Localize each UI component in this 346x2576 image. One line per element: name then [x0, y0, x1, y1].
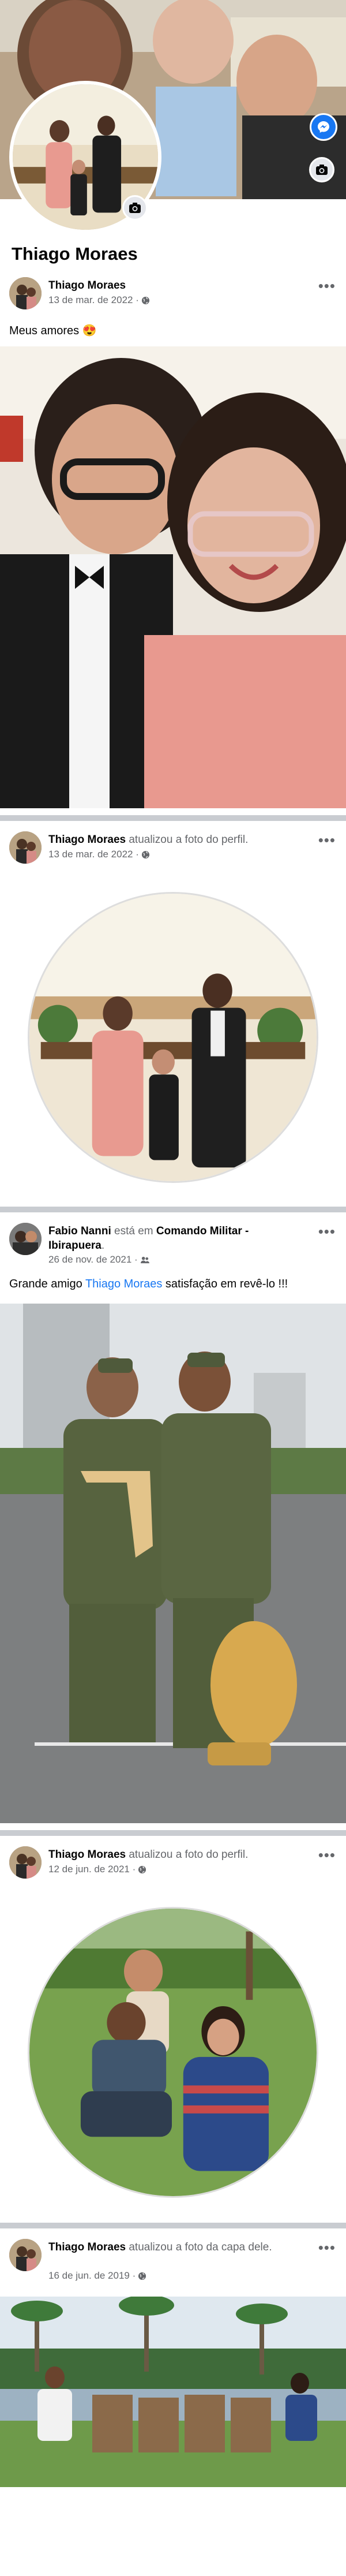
camera-icon[interactable] — [309, 157, 334, 182]
post-photo[interactable] — [0, 346, 346, 808]
post-date[interactable]: 13 de mar. de 2022 · — [48, 849, 139, 860]
mention-link[interactable]: Thiago Moraes — [85, 1278, 162, 1290]
post-author[interactable]: Thiago Moraes — [48, 834, 126, 846]
globe-icon — [138, 2272, 146, 2280]
post-header: Thiago Moraes atualizou a foto do perfil… — [0, 824, 346, 865]
post-header: Thiago Moraes atualizou a foto do perfil… — [0, 1839, 346, 1880]
post-action: está em — [111, 1225, 156, 1237]
more-icon[interactable]: ••• — [318, 1223, 336, 1241]
messenger-icon[interactable] — [310, 113, 337, 141]
post-separator — [0, 815, 346, 821]
globe-icon — [141, 850, 149, 858]
post-action: atualizou a foto da capa dele. — [126, 2241, 272, 2253]
post-date[interactable]: 26 de nov. de 2021 · — [48, 1254, 138, 1265]
globe-icon — [141, 296, 149, 304]
post-action: atualizou a foto do perfil. — [126, 834, 249, 846]
post-header: Thiago Moraes atualizou a foto da capa d… — [0, 2232, 346, 2286]
post-date[interactable]: 13 de mar. de 2022 · — [48, 294, 139, 306]
post-author[interactable]: Thiago Moraes — [48, 1849, 126, 1861]
post-author[interactable]: Thiago Moraes — [48, 279, 126, 292]
avatar[interactable] — [9, 277, 42, 309]
post-date[interactable]: 12 de jun. de 2021 · — [48, 1864, 136, 1875]
caption-text-suffix: satisfação em revê-lo !!! — [162, 1278, 288, 1290]
post-caption: Meus amores 😍 — [9, 324, 97, 337]
post-date[interactable]: 16 de jun. de 2019 · — [48, 2270, 136, 2282]
more-icon[interactable]: ••• — [318, 831, 336, 849]
profile-camera-icon[interactable] — [122, 195, 148, 221]
profile-name[interactable]: Thiago Moraes — [12, 244, 138, 264]
avatar[interactable] — [9, 1846, 42, 1879]
post-author[interactable]: Thiago Moraes — [48, 2241, 126, 2253]
avatar[interactable] — [9, 2239, 42, 2271]
post-separator — [0, 1830, 346, 1836]
friends-icon — [140, 1256, 149, 1263]
profile-picture-update[interactable] — [28, 1907, 318, 2198]
post-author[interactable]: Fabio Nanni — [48, 1225, 111, 1237]
globe-icon — [138, 1865, 146, 1873]
more-icon[interactable]: ••• — [318, 2239, 336, 2257]
post-action: atualizou a foto do perfil. — [126, 1849, 249, 1861]
avatar[interactable] — [9, 831, 42, 864]
more-icon[interactable]: ••• — [318, 1846, 336, 1864]
more-icon[interactable]: ••• — [318, 277, 336, 295]
cover-photo-update[interactable] — [0, 2297, 346, 2487]
post-action-suffix: . — [101, 1240, 105, 1252]
post-separator — [0, 1207, 346, 1212]
post-header: Fabio Nanni está em Comando Militar - Ib… — [0, 1216, 346, 1268]
caption-text: Grande amigo — [9, 1278, 85, 1290]
avatar[interactable] — [9, 1223, 42, 1255]
profile-picture-update[interactable] — [28, 892, 318, 1183]
post-separator — [0, 2223, 346, 2228]
post-header: Thiago Moraes 13 de mar. de 2022 · ••• — [0, 270, 346, 311]
post-caption: Grande amigo Thiago Moraes satisfação em… — [9, 1278, 288, 1291]
post-photo[interactable] — [0, 1304, 346, 1823]
